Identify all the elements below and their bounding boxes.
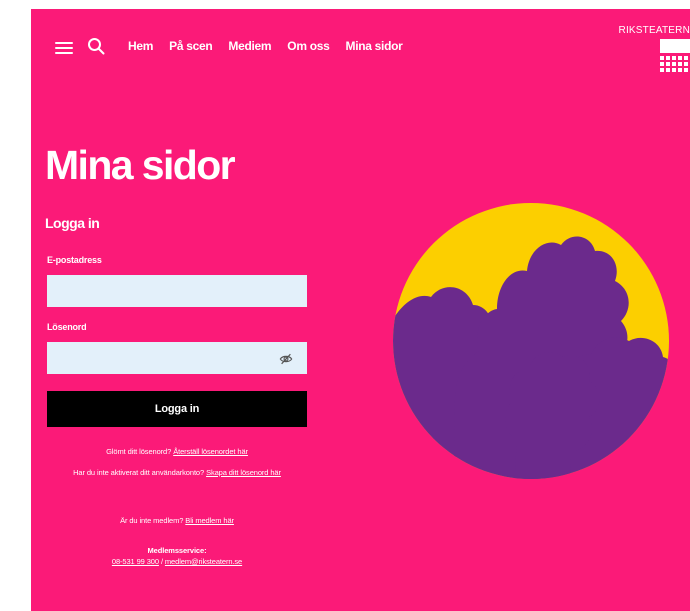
search-icon[interactable] xyxy=(87,37,105,55)
member-service-title: Medlemsservice: xyxy=(147,546,207,555)
page-frame: Hem På scen Mediem Om oss Mina sidor RIK… xyxy=(31,9,690,611)
login-heading: Logga in xyxy=(45,215,100,231)
forgot-password-text: Glömt ditt lösenord? Återställ lösenorde… xyxy=(106,447,248,456)
member-text: Är du inte medlem? Bli medlem här xyxy=(120,516,234,525)
password-field[interactable] xyxy=(47,342,307,374)
email-label: E-postadress xyxy=(47,255,102,265)
nav-item-pa-scen[interactable]: På scen xyxy=(169,39,213,53)
top-navigation: Hem På scen Mediem Om oss Mina sidor RIK… xyxy=(31,9,690,84)
member-service-email-link[interactable]: medlem@riksteatern.se xyxy=(165,557,242,566)
nav-item-om-oss[interactable]: Om oss xyxy=(287,39,330,53)
main-nav: Hem På scen Mediem Om oss Mina sidor xyxy=(128,39,403,53)
password-label: Lösenord xyxy=(47,322,87,332)
member-service: Medlemsservice: 08-531 99 300 / medlem@r… xyxy=(47,545,307,568)
nav-item-mina-sidor[interactable]: Mina sidor xyxy=(346,39,403,53)
logo-mark xyxy=(660,39,690,72)
email-field[interactable] xyxy=(47,275,307,307)
hero-illustration xyxy=(393,203,669,479)
nav-item-hem[interactable]: Hem xyxy=(128,39,153,53)
member-service-contact: 08-531 99 300 / medlem@riksteatern.se xyxy=(111,557,243,567)
activate-account-text: Har du inte aktiverat ditt användarkonto… xyxy=(73,468,281,477)
page-title: Mina sidor xyxy=(45,142,236,188)
become-member-link[interactable]: Bli medlem här xyxy=(185,516,234,525)
reset-password-link[interactable]: Återställ lösenordet här xyxy=(173,447,248,456)
menu-icon[interactable] xyxy=(55,42,73,54)
login-button[interactable]: Logga in xyxy=(47,391,307,427)
nav-item-mediem[interactable]: Mediem xyxy=(228,39,271,53)
member-service-phone-link[interactable]: 08-531 99 300 xyxy=(112,557,159,566)
eye-off-icon[interactable] xyxy=(279,352,293,366)
create-password-link[interactable]: Skapa ditt lösenord här xyxy=(206,468,281,477)
logo-text: RIKSTEATERN xyxy=(618,25,690,36)
riksteatern-logo[interactable]: RIKSTEATERN xyxy=(614,25,690,77)
